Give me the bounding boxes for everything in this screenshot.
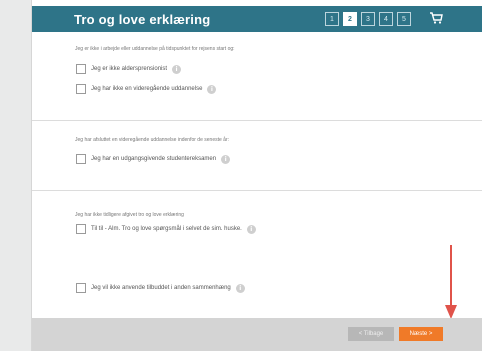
option-label: Jeg er ikke aldersprensionist bbox=[91, 66, 168, 72]
info-icon[interactable]: i bbox=[246, 224, 256, 234]
option-no-higher-education[interactable]: Jeg har ikke en videregående uddannelse … bbox=[76, 84, 217, 94]
option-declaration[interactable]: Til til - Alm. Tro og love spørgsmål i s… bbox=[76, 224, 256, 234]
checkbox[interactable] bbox=[76, 283, 86, 293]
section-3-description: Jeg har ikke tidligere afgivet tro og lo… bbox=[75, 212, 184, 218]
checkbox[interactable] bbox=[76, 64, 86, 74]
step-3[interactable]: 3 bbox=[361, 12, 375, 26]
info-icon[interactable]: i bbox=[221, 154, 231, 164]
page-header: Tro og love erklæring 1 2 3 4 5 bbox=[32, 6, 482, 32]
section-2-description: Jeg har afsluttet en videregående uddann… bbox=[75, 137, 229, 143]
option-label: Jeg har en udgangsgivende studentereksam… bbox=[91, 156, 217, 162]
annotation-arrow-icon bbox=[445, 245, 457, 319]
section-1-description: Jeg er ikke i arbejde eller uddannelse p… bbox=[75, 46, 235, 52]
page-title: Tro og love erklæring bbox=[74, 12, 211, 27]
divider bbox=[32, 190, 482, 191]
option-label: Til til - Alm. Tro og love spørgsmål i s… bbox=[91, 226, 242, 232]
step-4[interactable]: 4 bbox=[379, 12, 393, 26]
step-2[interactable]: 2 bbox=[343, 12, 357, 26]
step-1[interactable]: 1 bbox=[325, 12, 339, 26]
option-label: Jeg vil ikke anvende tilbuddet i anden s… bbox=[91, 285, 231, 291]
cart-icon[interactable] bbox=[429, 11, 443, 25]
checkbox[interactable] bbox=[76, 84, 86, 94]
option-not-pensioner[interactable]: Jeg er ikke aldersprensionist i bbox=[76, 64, 182, 74]
option-no-other-use[interactable]: Jeg vil ikke anvende tilbuddet i anden s… bbox=[76, 283, 245, 293]
option-student-exam[interactable]: Jeg har en udgangsgivende studentereksam… bbox=[76, 154, 231, 164]
footer-bar: < Tilbage Næste > bbox=[32, 318, 482, 351]
checkbox[interactable] bbox=[76, 154, 86, 164]
step-5[interactable]: 5 bbox=[397, 12, 411, 26]
info-icon[interactable]: i bbox=[207, 84, 217, 94]
info-icon[interactable]: i bbox=[235, 283, 245, 293]
checkbox[interactable] bbox=[76, 224, 86, 234]
main-panel: Tro og love erklæring 1 2 3 4 5 Jeg er i… bbox=[31, 0, 482, 351]
info-icon[interactable]: i bbox=[172, 64, 182, 74]
divider bbox=[32, 120, 482, 121]
step-indicator: 1 2 3 4 5 bbox=[325, 12, 415, 26]
back-button[interactable]: < Tilbage bbox=[348, 327, 394, 341]
next-button[interactable]: Næste > bbox=[399, 327, 443, 341]
option-label: Jeg har ikke en videregående uddannelse bbox=[91, 86, 203, 92]
